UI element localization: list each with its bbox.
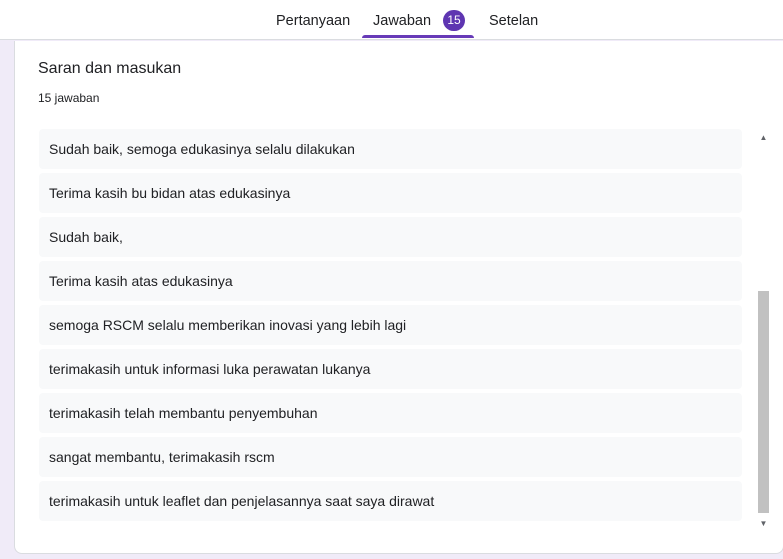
response-count: 15 jawaban — [38, 91, 100, 105]
question-title: Saran dan masukan — [38, 60, 182, 77]
tab-setelan[interactable]: Setelan — [489, 0, 538, 39]
tab-pertanyaan[interactable]: Pertanyaan — [276, 0, 350, 39]
response-count-badge: 15 — [443, 10, 465, 31]
response-list-scrollbar[interactable]: ▲ ▼ — [756, 131, 771, 531]
response-item: terimakasih untuk informasi luka perawat… — [39, 349, 742, 389]
response-item: Terima kasih atas edukasinya — [39, 261, 742, 301]
top-tab-bar: Pertanyaan Jawaban 15 Setelan — [0, 0, 783, 40]
scrollbar-thumb[interactable] — [758, 291, 769, 513]
scroll-down-icon[interactable]: ▼ — [756, 517, 771, 531]
scroll-up-icon[interactable]: ▲ — [756, 131, 771, 145]
response-item: terimakasih untuk leaflet dan penjelasan… — [39, 481, 742, 521]
question-summary-card: Saran dan masukan 15 jawaban Sudah baik,… — [14, 41, 783, 554]
response-item: Sudah baik, semoga edukasinya selalu dil… — [39, 129, 742, 169]
response-item: Sudah baik, — [39, 217, 742, 257]
response-item: semoga RSCM selalu memberikan inovasi ya… — [39, 305, 742, 345]
response-item: Terima kasih bu bidan atas edukasinya — [39, 173, 742, 213]
tab-jawaban[interactable]: Jawaban — [373, 0, 431, 39]
response-item: sangat membantu, terimakasih rscm — [39, 437, 742, 477]
response-item: terimakasih telah membantu penyembuhan — [39, 393, 742, 433]
response-list[interactable]: Sudah baik, semoga edukasinya selalu dil… — [39, 129, 742, 533]
active-tab-indicator — [362, 35, 474, 38]
